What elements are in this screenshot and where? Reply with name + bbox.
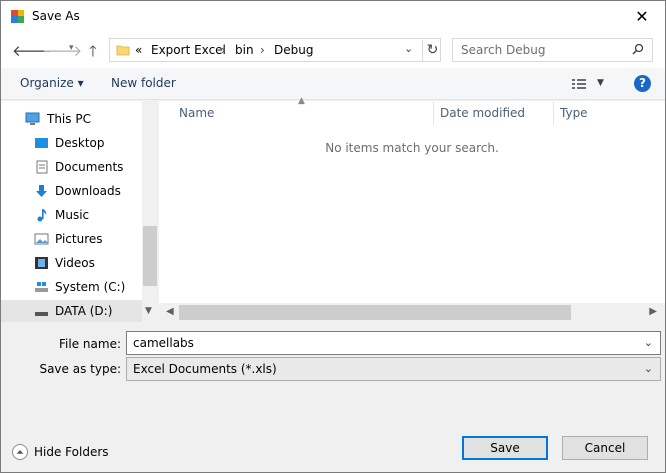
breadcrumb-separator[interactable]: ›	[221, 43, 226, 57]
cancel-button[interactable]: Cancel	[562, 436, 648, 460]
command-bar: Organize ▾ New folder ▼ ?	[1, 68, 665, 100]
view-options-icon[interactable]	[571, 77, 587, 91]
pictures-icon	[34, 233, 49, 245]
list-horizontal-scrollbar[interactable]: ◀ ▶	[159, 303, 665, 322]
column-divider[interactable]	[433, 101, 434, 125]
chevron-down-icon[interactable]: ⌄	[644, 336, 653, 349]
new-folder-button[interactable]: New folder	[111, 76, 176, 90]
scroll-right-icon[interactable]: ▶	[649, 306, 657, 317]
nav-item-label: Desktop	[55, 136, 105, 150]
nav-item-this-pc[interactable]: This PC	[1, 108, 142, 130]
desktop-icon	[35, 138, 48, 148]
up-arrow-icon[interactable]: 🡑	[89, 41, 97, 66]
window-title: Save As	[32, 9, 80, 23]
column-header-name[interactable]: Name	[179, 106, 214, 120]
title-bar: Save As ✕	[1, 1, 665, 32]
help-icon[interactable]: ?	[634, 75, 651, 92]
app-icon	[11, 10, 24, 23]
pc-icon	[25, 112, 40, 125]
nav-item-data-d[interactable]: DATA (D:)	[1, 300, 142, 322]
search-placeholder: Search Debug	[461, 43, 546, 57]
downloads-icon	[36, 185, 47, 197]
column-header-type[interactable]: Type	[560, 106, 588, 120]
file-name-value: camellabs	[133, 336, 194, 350]
view-dropdown-icon[interactable]: ▼	[597, 78, 604, 88]
close-button[interactable]: ✕	[619, 1, 665, 32]
address-dropdown-icon[interactable]: ⌄	[404, 42, 413, 55]
refresh-icon[interactable]: ↻	[422, 40, 442, 62]
nav-item-documents[interactable]: Documents	[1, 156, 142, 178]
save-as-dialog: Save As ✕ 🡐 🡒 ▾ 🡑 « Export Excel › bin ›…	[0, 0, 666, 473]
music-icon	[37, 209, 47, 222]
drive-d-icon	[35, 312, 48, 316]
videos-icon	[35, 257, 48, 269]
search-input[interactable]: Search Debug	[452, 38, 653, 62]
breadcrumb-separator[interactable]: ›	[260, 43, 265, 57]
nav-item-pictures[interactable]: Pictures	[1, 228, 142, 250]
forward-arrow-icon[interactable]: 🡒	[42, 41, 82, 60]
nav-item-videos[interactable]: Videos	[1, 252, 142, 274]
hide-folders-label: Hide Folders	[34, 445, 109, 459]
breadcrumb-item[interactable]: Debug	[274, 43, 313, 57]
nav-item-label: System (C:)	[55, 280, 126, 294]
breadcrumb-item[interactable]: bin	[235, 43, 254, 57]
nav-scrollbar-thumb[interactable]	[143, 226, 157, 286]
nav-item-label: DATA (D:)	[55, 304, 113, 318]
navigation-pane: This PC Desktop Documents Downloads Musi…	[1, 101, 158, 322]
nav-item-music[interactable]: Music	[1, 204, 142, 226]
breadcrumb-overflow[interactable]: «	[135, 43, 142, 57]
column-divider[interactable]	[553, 101, 554, 125]
nav-item-system-c[interactable]: System (C:)	[1, 276, 142, 298]
save-type-select[interactable]: Excel Documents (*.xls) ⌄	[126, 357, 661, 381]
file-name-input[interactable]: camellabs ⌄	[126, 331, 661, 355]
folder-icon	[116, 45, 130, 56]
address-row: 🡐 🡒 ▾ 🡑 « Export Excel › bin › Debug ⌄ ↻…	[1, 32, 665, 68]
nav-item-label: Videos	[55, 256, 95, 270]
collapse-up-icon	[12, 444, 28, 460]
recent-locations-chevron-icon[interactable]: ▾	[69, 43, 74, 53]
nav-item-desktop[interactable]: Desktop	[1, 132, 142, 154]
nav-item-label: Documents	[55, 160, 124, 174]
nav-item-label: Music	[55, 208, 90, 222]
save-type-value: Excel Documents (*.xls)	[133, 362, 277, 376]
search-icon[interactable]	[632, 43, 644, 55]
address-bar[interactable]: « Export Excel › bin › Debug ⌄ ↻	[109, 38, 441, 62]
nav-scrollbar[interactable]: ▼	[142, 101, 158, 322]
nav-item-downloads[interactable]: Downloads	[1, 180, 142, 202]
file-list: ▲ Name Date modified Type No items match…	[159, 96, 665, 303]
empty-message: No items match your search.	[325, 141, 499, 155]
nav-item-label: Downloads	[55, 184, 121, 198]
save-button[interactable]: Save	[462, 436, 548, 460]
nav-item-label: Pictures	[55, 232, 103, 246]
organize-button[interactable]: Organize ▾	[20, 76, 84, 90]
close-icon: ✕	[635, 7, 649, 26]
list-scrollbar-thumb[interactable]	[179, 305, 571, 320]
documents-icon	[36, 160, 48, 174]
save-type-label: Save as type:	[39, 362, 121, 376]
sort-ascending-icon: ▲	[298, 96, 305, 106]
scroll-left-icon[interactable]: ◀	[166, 306, 174, 317]
file-name-label: File name:	[59, 337, 121, 351]
breadcrumb-item[interactable]: Export Excel	[151, 43, 226, 57]
scroll-down-icon[interactable]: ▼	[145, 306, 152, 316]
nav-item-label: This PC	[47, 112, 91, 126]
chevron-down-icon[interactable]: ⌄	[644, 362, 653, 375]
drive-c-icon	[35, 282, 48, 292]
column-header-date-modified[interactable]: Date modified	[440, 106, 525, 120]
